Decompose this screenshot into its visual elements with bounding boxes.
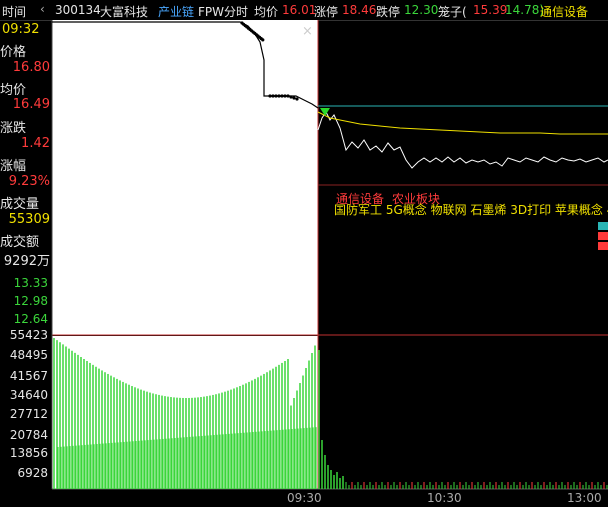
volume-tick: 13856 — [9, 446, 48, 460]
change-label: 涨跌 — [0, 121, 27, 136]
pct-label: 涨幅 — [0, 159, 27, 174]
pre-market-volume-panel — [52, 336, 318, 489]
amount-label: 成交额 — [0, 235, 40, 250]
current-time: 09:32 — [2, 22, 40, 37]
auction-price-dot — [280, 94, 284, 98]
price-line — [317, 111, 608, 169]
time-axis-label: 09:30 — [287, 491, 322, 505]
price-tick: 13.33 — [13, 276, 48, 290]
pre-market-price-panel — [52, 20, 318, 335]
annotation-concepts[interactable]: 国防军工 5G概念 物联网 石墨烯 3D打印 苹果概念 4 — [334, 201, 608, 218]
pct-value: 9.23% — [8, 174, 50, 189]
right-edge-tag — [598, 242, 608, 250]
auction-price-dot — [289, 95, 293, 99]
right-edge-tag — [598, 232, 608, 240]
average-price-line — [317, 111, 608, 135]
close-icon[interactable]: × — [302, 24, 313, 39]
volume-tick: 55423 — [9, 328, 48, 342]
buy-marker-icon — [320, 108, 330, 116]
time-axis-label: 13:00 — [567, 491, 602, 505]
price-value: 16.80 — [12, 60, 50, 75]
volume-tick: 41567 — [9, 369, 48, 383]
volume-tick: 20784 — [9, 428, 48, 442]
intraday-chart[interactable] — [0, 0, 608, 507]
volume-tick: 27712 — [9, 407, 48, 421]
volume-tick: 6928 — [17, 466, 48, 480]
auction-price-dot — [283, 94, 287, 98]
auction-price-dot — [292, 96, 296, 100]
avg-label: 均价 — [0, 83, 27, 98]
price-tick: 12.98 — [13, 294, 48, 308]
volume-tick: 34640 — [9, 388, 48, 402]
auction-price-dot — [271, 94, 275, 98]
volume-value: 55309 — [8, 212, 50, 227]
amount-value: 9292万 — [3, 254, 50, 269]
auction-price-dot — [261, 38, 265, 42]
auction-price-dot — [286, 94, 290, 98]
auction-price-dot — [268, 94, 272, 98]
price-label: 价格 — [0, 45, 27, 60]
volume-label: 成交量 — [0, 197, 40, 212]
volume-tick: 48495 — [9, 348, 48, 362]
time-axis-label: 10:30 — [427, 491, 462, 505]
avg-value: 16.49 — [12, 97, 50, 112]
left-quote-panel: 09:32 价格 16.80 均价 16.49 涨跌 1.42 涨幅 9.23%… — [0, 20, 52, 507]
auction-price-dot — [277, 94, 281, 98]
auction-price-dot — [274, 94, 278, 98]
auction-price-dot — [295, 97, 299, 101]
change-value: 1.42 — [21, 136, 50, 151]
price-tick: 12.64 — [13, 312, 48, 326]
right-edge-tag — [598, 222, 608, 230]
